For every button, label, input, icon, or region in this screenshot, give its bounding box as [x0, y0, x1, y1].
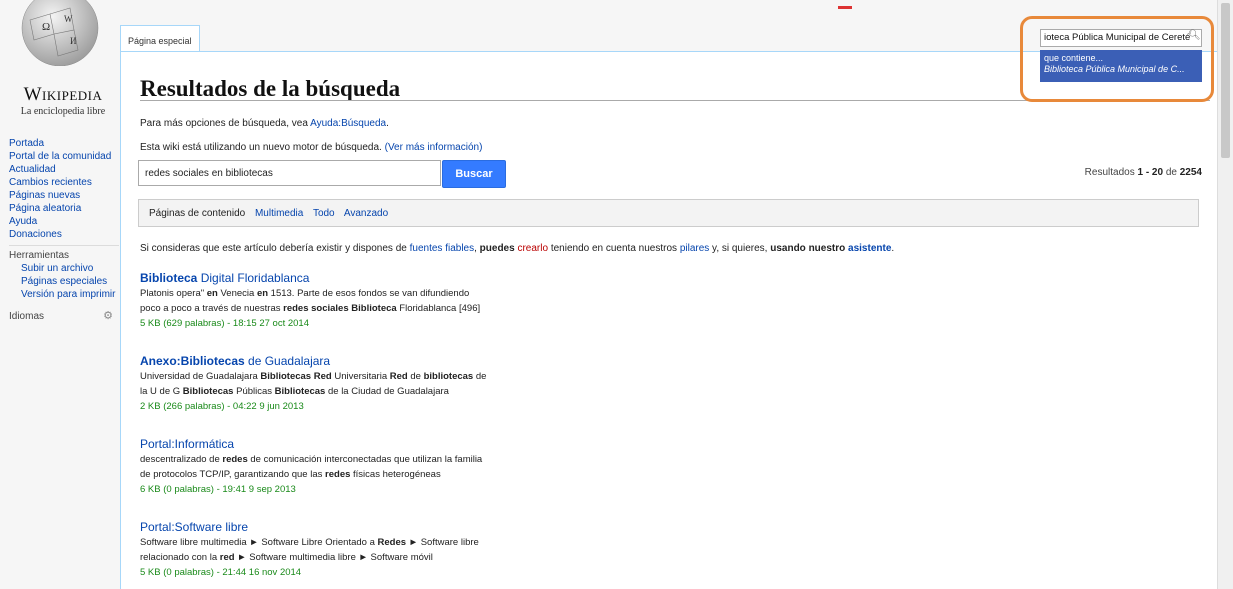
tools-section: Herramientas Subir un archivo Páginas es…: [9, 245, 119, 301]
result-snippet: de protocolos TCP/IP, garantizando que l…: [140, 469, 441, 480]
scrollbar-thumb[interactable]: [1221, 3, 1230, 158]
wikipedia-tagline: La enciclopedia libre: [20, 106, 106, 117]
sidebar-item-subir-archivo[interactable]: Subir un archivo: [9, 262, 119, 275]
result-snippet: Universidad de Guadalajara Bibliotecas R…: [140, 371, 487, 382]
result-snippet: Platonis opera" en Venecia en 1513. Part…: [140, 288, 470, 299]
languages-section-title[interactable]: Idiomas: [9, 310, 44, 323]
filter-multimedia[interactable]: Multimedia: [255, 208, 303, 219]
create-article-notice: Si consideras que este artículo debería …: [140, 243, 895, 254]
decorative-mark: [838, 6, 852, 9]
sidebar-item-paginas-nuevas[interactable]: Páginas nuevas: [9, 189, 119, 202]
search-result: Portal:Software libre Software libre mul…: [140, 520, 540, 580]
languages-section: Idiomas ⚙: [9, 307, 119, 323]
page-title: Resultados de la búsqueda: [140, 76, 401, 101]
create-article-link[interactable]: crearlo: [517, 243, 548, 254]
sidebar-item-portal-comunidad[interactable]: Portal de la comunidad: [9, 150, 119, 163]
sidebar-item-version-imprimir[interactable]: Versión para imprimir: [9, 288, 119, 301]
results-count: Resultados 1 - 20 de 2254: [1084, 167, 1202, 178]
sidebar-item-ayuda[interactable]: Ayuda: [9, 215, 119, 228]
sidebar-navigation: Portada Portal de la comunidad Actualida…: [9, 137, 119, 323]
result-title-link[interactable]: Portal:Software libre: [140, 520, 540, 535]
help-link[interactable]: Ayuda:Búsqueda: [310, 118, 386, 129]
search-result: Portal:Informática descentralizado de re…: [140, 437, 540, 497]
more-info-link[interactable]: (Ver más información): [385, 142, 483, 153]
result-snippet: descentralizado de redes de comunicación…: [140, 454, 483, 465]
result-meta: 6 KB (0 palabras) - 19:41 9 sep 2013: [140, 484, 296, 495]
result-meta: 5 KB (0 palabras) - 21:44 16 nov 2014: [140, 567, 302, 578]
filter-avanzado[interactable]: Avanzado: [344, 208, 388, 219]
search-button[interactable]: Buscar: [442, 160, 506, 188]
search-result: Biblioteca Digital Floridablanca Platoni…: [140, 271, 540, 331]
search-input[interactable]: [138, 160, 441, 186]
svg-text:И: И: [70, 36, 77, 46]
tools-section-title[interactable]: Herramientas: [9, 249, 119, 262]
wikipedia-wordmark: Wikipedia: [23, 84, 103, 105]
search-filter-bar: Páginas de contenido Multimedia Todo Ava…: [138, 199, 1199, 227]
result-snippet: Software libre multimedia ► Software Lib…: [140, 537, 479, 548]
tab-pagina-especial[interactable]: Página especial: [120, 25, 200, 52]
result-snippet: la U de G Bibliotecas Públicas Bibliotec…: [140, 386, 449, 397]
search-result: Anexo:Bibliotecas de Guadalajara Univers…: [140, 354, 540, 414]
filter-content-pages[interactable]: Páginas de contenido: [149, 208, 245, 219]
svg-text:W: W: [64, 14, 73, 24]
annotation-highlight: [1020, 16, 1214, 102]
result-title-link[interactable]: Anexo:Bibliotecas de Guadalajara: [140, 354, 540, 369]
svg-text:Ω: Ω: [42, 21, 50, 33]
filter-todo[interactable]: Todo: [313, 208, 335, 219]
reliable-sources-link[interactable]: fuentes fiables: [410, 243, 475, 254]
wizard-link[interactable]: asistente: [848, 243, 891, 254]
sidebar-item-portada[interactable]: Portada: [9, 137, 119, 150]
scrollbar[interactable]: [1217, 0, 1233, 589]
sidebar-item-donaciones[interactable]: Donaciones: [9, 228, 119, 241]
result-snippet: relacionado con la red ► Software multim…: [140, 552, 433, 563]
sidebar-item-cambios-recientes[interactable]: Cambios recientes: [9, 176, 119, 189]
main-content: Resultados de la búsqueda Para más opcio…: [120, 51, 1217, 589]
pillars-link[interactable]: pilares: [680, 243, 709, 254]
engine-notice: Esta wiki está utilizando un nuevo motor…: [140, 142, 483, 153]
help-line: Para más opciones de búsqueda, vea Ayuda…: [140, 118, 389, 129]
sidebar-item-actualidad[interactable]: Actualidad: [9, 163, 119, 176]
gear-icon[interactable]: ⚙: [103, 310, 113, 323]
sidebar-item-paginas-especiales[interactable]: Páginas especiales: [9, 275, 119, 288]
sidebar-item-pagina-aleatoria[interactable]: Página aleatoria: [9, 202, 119, 215]
wikipedia-logo[interactable]: Ω W И Wikipedia La enciclopedia libre: [0, 0, 126, 126]
globe-puzzle-icon: Ω W И: [21, 0, 99, 66]
result-snippet: poco a poco a través de nuestras redes s…: [140, 303, 481, 314]
result-meta: 2 KB (266 palabras) - 04:22 9 jun 2013: [140, 401, 304, 412]
result-title-link[interactable]: Biblioteca Digital Floridablanca: [140, 271, 540, 286]
result-title-link[interactable]: Portal:Informática: [140, 437, 540, 452]
result-meta: 5 KB (629 palabras) - 18:15 27 oct 2014: [140, 318, 310, 329]
